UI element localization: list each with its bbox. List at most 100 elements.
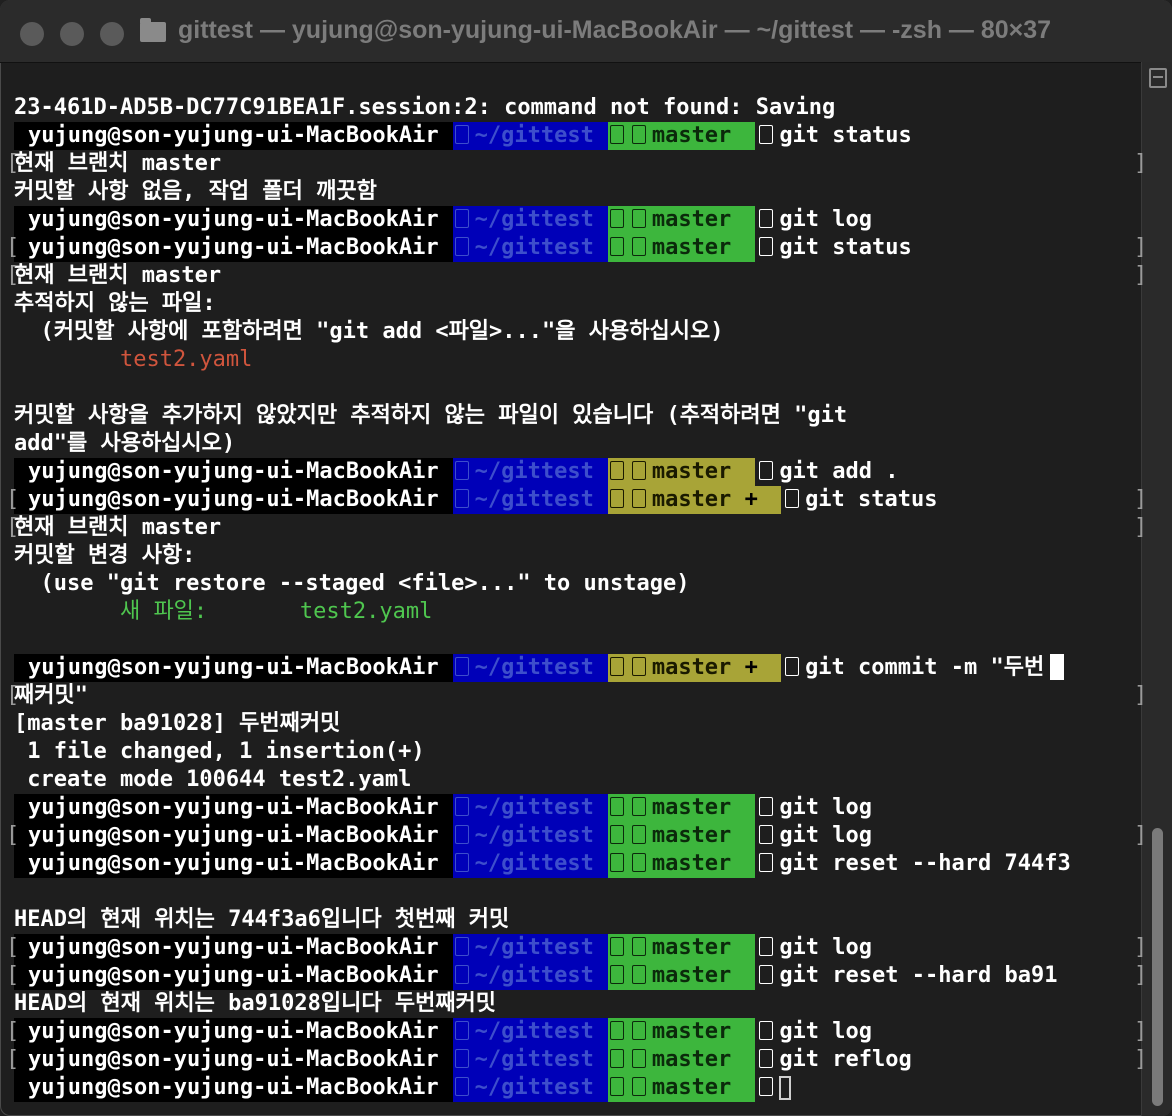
output-line: (use "git restore --staged <file>..." to…: [14, 571, 690, 596]
git-glyph-icon: [609, 937, 624, 956]
git-glyph-icon: [609, 1049, 624, 1068]
output-line: [master ba91028] 두번째커밋: [14, 711, 341, 736]
prompt-branch: master: [607, 1074, 734, 1102]
arrow-glyph-icon: [759, 853, 774, 872]
prompt-line: [yujung@son-yujung-ui-MacBookAir ~/gittes…: [6, 822, 1148, 850]
wrap-marker: [1050, 654, 1065, 680]
prompt-user: yujung@son-yujung-ui-MacBookAir: [14, 850, 453, 878]
command-text: git commit -m "두번: [805, 655, 1045, 680]
git-glyph-icon: [609, 825, 624, 844]
arrow-glyph-icon: [759, 825, 774, 844]
prompt-arrow: [733, 1018, 756, 1046]
prompt-line: [yujung@son-yujung-ui-MacBookAir ~/gittes…: [6, 962, 1148, 990]
command-text: git log: [779, 207, 873, 232]
prompt-branch: master: [607, 934, 734, 962]
terminal-output[interactable]: 23-461D-AD5B-DC77C91BEA1F.session:2: com…: [6, 94, 1148, 1102]
prompt-dir: ~/gittest: [452, 934, 608, 962]
output-line: 커밋할 사항 없음, 작업 폴더 깨끗함: [14, 179, 377, 204]
arrow-glyph-icon: [759, 125, 774, 144]
command-text: git log: [779, 935, 873, 960]
folder-glyph-icon: [454, 657, 469, 676]
prompt-arrow: [773, 654, 782, 682]
output-line: 1 file changed, 1 insertion(+): [14, 739, 425, 764]
prompt-dir: ~/gittest: [452, 962, 608, 990]
prompt-arrow: [773, 486, 782, 514]
prompt-dir: ~/gittest: [452, 1018, 608, 1046]
folder-glyph-icon: [454, 1021, 469, 1040]
prompt-arrow: [733, 206, 756, 234]
prompt-branch: master: [607, 1046, 734, 1074]
output-line: HEAD의 현재 위치는 744f3a6입니다 첫번째 커밋: [14, 907, 510, 932]
folder-glyph-icon: [454, 209, 469, 228]
prompt-branch: master: [607, 458, 734, 486]
output-line: 23-461D-AD5B-DC77C91BEA1F.session:2: com…: [14, 95, 836, 120]
prompt-dir: ~/gittest: [452, 1074, 608, 1102]
command-text: git reset --hard ba91: [779, 963, 1058, 988]
split-pane-icon[interactable]: [1149, 68, 1167, 88]
branch-glyph-icon: [631, 657, 646, 676]
current-prompt-line[interactable]: yujung@son-yujung-ui-MacBookAir ~/gittest…: [14, 1074, 1140, 1102]
staged-file: 새 파일: test2.yaml: [14, 599, 433, 624]
prompt-branch: master: [607, 122, 734, 150]
folder-glyph-icon: [454, 1049, 469, 1068]
prompt-branch: master +: [607, 654, 774, 682]
prompt-line: [yujung@son-yujung-ui-MacBookAir ~/gittes…: [6, 1046, 1148, 1074]
prompt-arrow: [733, 934, 756, 962]
window-title: gittest — yujung@son-yujung-ui-MacBookAi…: [178, 16, 1052, 44]
scroll-thumb[interactable]: [1152, 828, 1163, 1106]
output-line: [현재 브랜치 master]: [6, 515, 1148, 540]
prompt-dir: ~/gittest: [452, 122, 608, 150]
command-text: git status: [779, 123, 912, 148]
prompt-arrow: [733, 822, 756, 850]
command-text: git add .: [779, 459, 899, 484]
prompt-branch: master: [607, 962, 734, 990]
output-line: 커밋할 사항을 추가하지 않았지만 추적하지 않는 파일이 있습니다 (추적하려…: [14, 403, 848, 428]
branch-glyph-icon: [631, 1021, 646, 1040]
prompt-line: [yujung@son-yujung-ui-MacBookAir ~/gittes…: [6, 234, 1148, 262]
output-line: 커밋할 변경 사항:: [14, 543, 196, 568]
prompt-branch: master: [607, 822, 734, 850]
text-cursor[interactable]: [779, 1076, 792, 1100]
prompt-branch: master: [607, 206, 734, 234]
command-text: git reset --hard 744f3: [779, 851, 1071, 876]
folder-glyph-icon: [454, 489, 469, 508]
branch-glyph-icon: [631, 209, 646, 228]
arrow-glyph-icon: [759, 965, 774, 984]
prompt-dir: ~/gittest: [452, 850, 608, 878]
prompt-dir: ~/gittest: [452, 654, 608, 682]
prompt-user: yujung@son-yujung-ui-MacBookAir: [14, 458, 453, 486]
prompt-arrow: [733, 850, 756, 878]
prompt-dir: ~/gittest: [452, 458, 608, 486]
folder-glyph-icon: [454, 125, 469, 144]
prompt-branch: master: [607, 234, 734, 262]
command-text: git log: [779, 795, 873, 820]
arrow-glyph-icon: [759, 937, 774, 956]
prompt-arrow: [733, 458, 756, 486]
git-glyph-icon: [609, 965, 624, 984]
folder-glyph-icon: [454, 237, 469, 256]
branch-glyph-icon: [631, 797, 646, 816]
arrow-glyph-icon: [759, 1077, 774, 1096]
prompt-user: yujung@son-yujung-ui-MacBookAir: [14, 1018, 453, 1046]
output-line: create mode 100644 test2.yaml: [14, 767, 412, 792]
untracked-file: test2.yaml: [14, 347, 253, 372]
zoom-button[interactable]: [100, 22, 124, 46]
title-bar[interactable]: gittest — yujung@son-yujung-ui-MacBookAi…: [0, 0, 1172, 63]
arrow-glyph-icon: [759, 797, 774, 816]
prompt-line: yujung@son-yujung-ui-MacBookAir ~/gittest…: [14, 206, 1140, 234]
minimize-button[interactable]: [60, 22, 84, 46]
arrow-glyph-icon: [759, 461, 774, 480]
prompt-line: yujung@son-yujung-ui-MacBookAir ~/gittest…: [14, 122, 1140, 150]
prompt-user: yujung@son-yujung-ui-MacBookAir: [14, 822, 453, 850]
git-glyph-icon: [609, 237, 624, 256]
command-text: git log: [779, 1019, 873, 1044]
branch-glyph-icon: [631, 937, 646, 956]
close-button[interactable]: [20, 22, 44, 46]
branch-glyph-icon: [631, 125, 646, 144]
branch-glyph-icon: [631, 965, 646, 984]
output-line: HEAD의 현재 위치는 ba91028입니다 두번째커밋: [14, 991, 497, 1016]
prompt-user: yujung@son-yujung-ui-MacBookAir: [14, 654, 453, 682]
prompt-arrow: [733, 234, 756, 262]
